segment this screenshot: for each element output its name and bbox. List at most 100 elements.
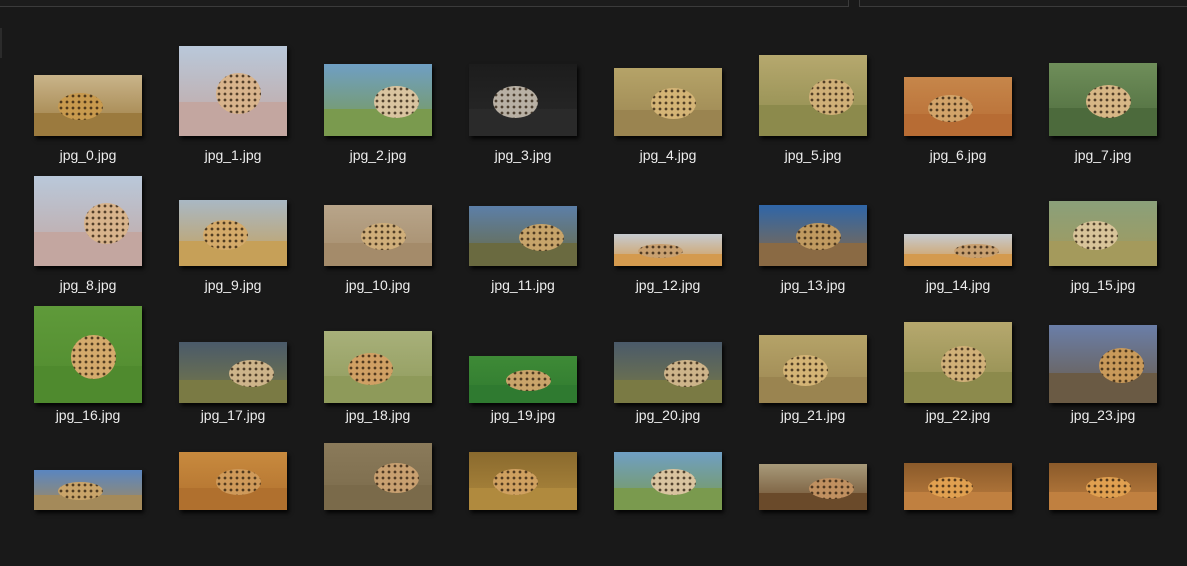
file-item[interactable]: jpg_14.jpg: [904, 176, 1049, 306]
file-name-label: jpg_17.jpg: [200, 407, 266, 423]
file-name-label: jpg_4.jpg: [639, 147, 697, 163]
cheetah-figure: [203, 220, 248, 250]
cheetah-figure: [493, 469, 538, 495]
file-item[interactable]: jpg_21.jpg: [759, 306, 904, 436]
image-thumbnail[interactable]: [759, 464, 867, 510]
image-thumbnail[interactable]: [179, 46, 287, 136]
file-item[interactable]: jpg_3.jpg: [469, 46, 614, 176]
file-item[interactable]: jpg_9.jpg: [179, 176, 324, 306]
cheetah-figure: [809, 79, 854, 115]
file-item[interactable]: jpg_16.jpg: [34, 306, 179, 436]
image-thumbnail[interactable]: [324, 331, 432, 403]
cheetah-figure: [374, 463, 419, 493]
file-item[interactable]: [904, 436, 1049, 566]
file-name-label: jpg_1.jpg: [204, 147, 262, 163]
image-thumbnail[interactable]: [759, 205, 867, 266]
file-item[interactable]: jpg_7.jpg: [1049, 46, 1187, 176]
cheetah-figure: [1086, 85, 1131, 118]
file-item[interactable]: [324, 436, 469, 566]
file-item[interactable]: jpg_22.jpg: [904, 306, 1049, 436]
cheetah-figure: [783, 355, 828, 386]
file-item[interactable]: jpg_4.jpg: [614, 46, 759, 176]
cheetah-figure: [361, 223, 406, 250]
cheetah-figure: [348, 353, 393, 385]
file-item[interactable]: [469, 436, 614, 566]
cheetah-figure: [796, 223, 841, 250]
cheetah-figure: [928, 95, 973, 122]
image-thumbnail[interactable]: [34, 75, 142, 136]
file-name-label: jpg_9.jpg: [204, 277, 262, 293]
image-thumbnail[interactable]: [324, 64, 432, 136]
file-item[interactable]: jpg_10.jpg: [324, 176, 469, 306]
file-item[interactable]: jpg_5.jpg: [759, 46, 904, 176]
image-thumbnail[interactable]: [904, 77, 1012, 136]
image-thumbnail[interactable]: [34, 176, 142, 266]
image-thumbnail[interactable]: [614, 234, 722, 266]
file-name-label: jpg_3.jpg: [494, 147, 552, 163]
file-name-label: jpg_5.jpg: [784, 147, 842, 163]
image-thumbnail[interactable]: [469, 356, 577, 403]
image-thumbnail[interactable]: [614, 342, 722, 403]
image-thumbnail[interactable]: [614, 68, 722, 136]
file-item[interactable]: jpg_12.jpg: [614, 176, 759, 306]
image-thumbnail[interactable]: [324, 205, 432, 266]
image-thumbnail[interactable]: [904, 234, 1012, 266]
file-item[interactable]: jpg_8.jpg: [34, 176, 179, 306]
image-thumbnail[interactable]: [469, 206, 577, 266]
file-item[interactable]: [34, 436, 179, 566]
file-name-label: jpg_22.jpg: [925, 407, 991, 423]
file-item[interactable]: jpg_6.jpg: [904, 46, 1049, 176]
cheetah-figure: [1099, 348, 1144, 383]
image-thumbnail[interactable]: [469, 452, 577, 510]
file-item[interactable]: jpg_18.jpg: [324, 306, 469, 436]
image-thumbnail[interactable]: [34, 470, 142, 510]
file-item[interactable]: jpg_19.jpg: [469, 306, 614, 436]
file-item[interactable]: jpg_15.jpg: [1049, 176, 1187, 306]
file-name-label: jpg_7.jpg: [1074, 147, 1132, 163]
image-thumbnail[interactable]: [614, 452, 722, 510]
file-name-label: jpg_2.jpg: [349, 147, 407, 163]
file-name-label: jpg_6.jpg: [929, 147, 987, 163]
image-thumbnail[interactable]: [1049, 463, 1157, 510]
image-thumbnail[interactable]: [179, 452, 287, 510]
thumbnail-ground: [324, 485, 432, 510]
image-thumbnail[interactable]: [1049, 325, 1157, 403]
file-item[interactable]: jpg_13.jpg: [759, 176, 904, 306]
file-item[interactable]: jpg_1.jpg: [179, 46, 324, 176]
file-name-label: jpg_20.jpg: [635, 407, 701, 423]
image-thumbnail[interactable]: [324, 443, 432, 510]
image-thumbnail[interactable]: [759, 55, 867, 136]
cheetah-figure: [216, 73, 261, 114]
image-thumbnail[interactable]: [904, 463, 1012, 510]
cheetah-figure: [374, 86, 419, 118]
cheetah-figure: [954, 244, 999, 258]
image-thumbnail[interactable]: [1049, 201, 1157, 266]
file-item[interactable]: [1049, 436, 1187, 566]
cheetah-figure: [506, 370, 551, 391]
image-thumbnail[interactable]: [179, 200, 287, 266]
file-item[interactable]: [614, 436, 759, 566]
file-item[interactable]: jpg_23.jpg: [1049, 306, 1187, 436]
thumbnail-ground: [759, 105, 867, 136]
file-name-label: jpg_12.jpg: [635, 277, 701, 293]
file-item[interactable]: jpg_2.jpg: [324, 46, 469, 176]
file-name-label: jpg_8.jpg: [59, 277, 117, 293]
cheetah-figure: [71, 335, 116, 379]
image-thumbnail[interactable]: [179, 342, 287, 403]
image-thumbnail[interactable]: [34, 306, 142, 403]
image-thumbnail[interactable]: [1049, 63, 1157, 136]
image-thumbnail[interactable]: [904, 322, 1012, 403]
file-item[interactable]: [759, 436, 904, 566]
image-thumbnail[interactable]: [759, 335, 867, 403]
thumbnail-grid: jpg_0.jpg jpg_1.jpg jpg_2.jpg jpg_3.jpg jpg_…: [0, 0, 1187, 510]
file-item[interactable]: [179, 436, 324, 566]
cheetah-figure: [84, 203, 129, 244]
cheetah-figure: [664, 360, 709, 387]
cheetah-figure: [638, 244, 683, 258]
cheetah-figure: [58, 482, 103, 500]
file-item[interactable]: jpg_11.jpg: [469, 176, 614, 306]
file-item[interactable]: jpg_17.jpg: [179, 306, 324, 436]
file-item[interactable]: jpg_0.jpg: [34, 46, 179, 176]
image-thumbnail[interactable]: [469, 64, 577, 136]
file-item[interactable]: jpg_20.jpg: [614, 306, 759, 436]
